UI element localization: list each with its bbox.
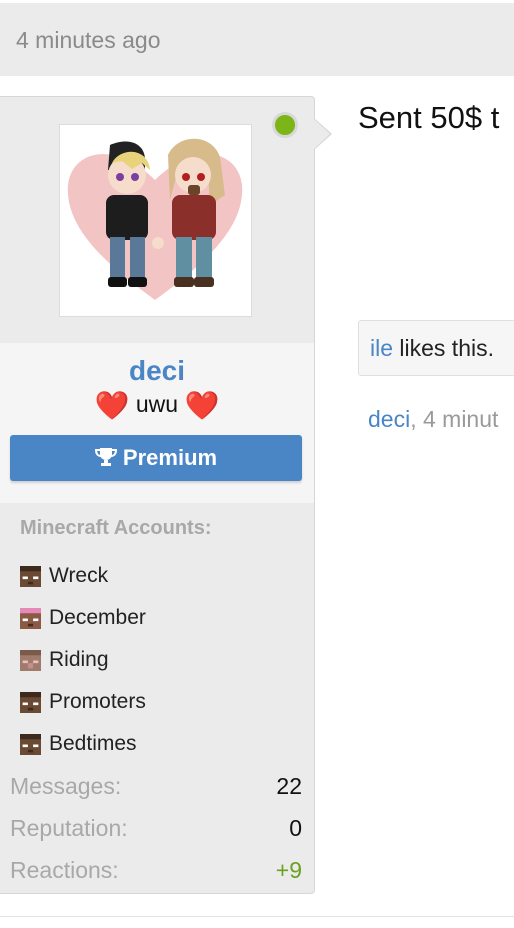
minecraft-account-name: December (49, 606, 146, 629)
stat-reputation: Reputation: 0 (10, 807, 302, 849)
post-timestamp[interactable]: 4 minutes ago (16, 27, 160, 54)
minecraft-accounts-title: Minecraft Accounts: (20, 517, 212, 539)
likes-text: likes this. (393, 335, 494, 361)
minecraft-account-name: Promoters (49, 690, 146, 713)
minecraft-account-item[interactable]: Wreck (20, 555, 146, 597)
minecraft-head-icon (20, 649, 41, 671)
heart-icon: ❤️ (184, 390, 220, 421)
minecraft-head-icon (20, 607, 41, 629)
minecraft-account-item[interactable]: Bedtimes (20, 723, 146, 765)
user-namebox: deci ❤️ uwu ❤️ Premium (0, 343, 314, 503)
minecraft-account-name: Bedtimes (49, 732, 137, 755)
user-info-panel: deci ❤️ uwu ❤️ Premium Minecraft Account… (0, 96, 315, 894)
user-title-text: uwu (129, 391, 185, 417)
minecraft-account-item[interactable]: Promoters (20, 681, 146, 723)
post-meta: deci, 4 minut (368, 406, 498, 433)
minecraft-head-icon (20, 733, 41, 755)
minecraft-head-icon (20, 691, 41, 713)
stat-value: 0 (289, 814, 302, 841)
post-message: Sent 50$ t (358, 100, 500, 135)
username-link[interactable]: deci (0, 355, 314, 387)
minecraft-account-name: Wreck (49, 564, 109, 587)
minecraft-account-item[interactable]: Riding (20, 639, 146, 681)
heart-icon: ❤️ (94, 390, 130, 421)
stat-label: Reactions: (10, 856, 119, 883)
meta-time: , 4 minut (410, 406, 499, 432)
stat-label: Reputation: (10, 814, 128, 841)
author-link[interactable]: deci (368, 406, 410, 432)
user-title: ❤️ uwu ❤️ (0, 389, 314, 422)
avatar-image (67, 138, 243, 300)
avatar[interactable] (59, 124, 252, 317)
minecraft-account-name: Riding (49, 648, 109, 671)
stat-label: Messages: (10, 772, 122, 799)
trophy-icon (94, 448, 117, 466)
premium-badge-label: Premium (122, 445, 218, 470)
divider (0, 916, 514, 917)
stat-messages: Messages: 22 (10, 765, 302, 807)
likes-bar: ile likes this. (358, 320, 514, 376)
stat-value: 22 (276, 772, 302, 799)
stat-reactions: Reactions: +9 (10, 849, 302, 891)
minecraft-head-icon (20, 565, 41, 587)
online-status-indicator (272, 112, 298, 138)
post-header: 4 minutes ago (0, 0, 514, 76)
premium-badge-button[interactable]: Premium (10, 435, 302, 481)
liker-link[interactable]: ile (370, 335, 393, 361)
stat-value: +9 (275, 856, 302, 883)
user-stats: Messages: 22 Reputation: 0 Reactions: +9 (10, 765, 302, 891)
minecraft-account-item[interactable]: December (20, 597, 146, 639)
panel-arrow-inner (314, 119, 330, 149)
minecraft-accounts-list: Wreck December Riding Promoters Bedtimes (20, 555, 146, 765)
